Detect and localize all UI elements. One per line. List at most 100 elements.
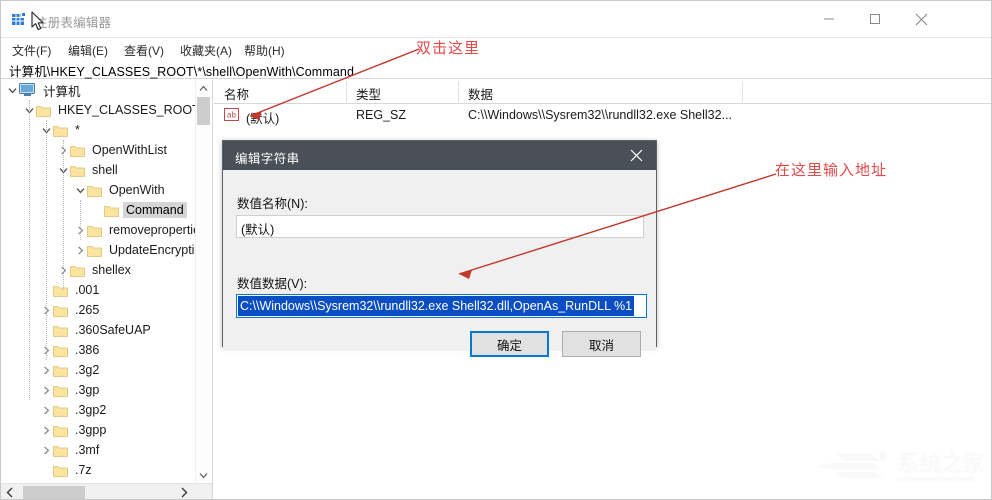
tree-item-label: * [75,123,80,137]
tree-item-label: OpenWithList [92,143,168,157]
chevron-right-icon[interactable] [39,423,53,437]
scroll-up-icon[interactable] [196,80,211,96]
tree-item-label: UpdateEncryptio [109,243,197,257]
column-header-type[interactable]: 类型 [356,84,381,103]
folder-icon [87,184,102,197]
chevron-right-icon[interactable] [39,383,53,397]
menu-bar: 文件(F) 编辑(E) 查看(V) 收藏夹(A) 帮助(H) [1,38,991,60]
chevron-right-icon[interactable] [73,243,87,257]
tree-item-3gp2[interactable]: .3gp2 [1,400,197,420]
tree-item-3gpp[interactable]: .3gpp [1,420,197,440]
tree-item-label: .3mf [75,443,100,457]
tree-vertical-scroll-thumb[interactable] [197,97,210,125]
svg-text:ab: ab [227,111,236,120]
value-data-input[interactable]: C:\\Windows\\Sysrem32\\rundll32.exe Shel… [236,294,647,318]
dialog-titlebar: 编辑字符串 [223,141,656,170]
tree-item-label: .3gp2 [75,403,107,417]
tree-item-label: .001 [75,283,100,297]
cell-value-data: C:\\Windows\\Sysrem32\\rundll32.exe Shel… [468,108,733,122]
table-row[interactable]: ab (默认) REG_SZ C:\\Windows\\Sysrem32\\ru… [214,105,991,126]
tree-item-7z[interactable]: .7z [1,460,197,480]
tree-item-label: 计算机 [43,84,81,99]
column-divider[interactable] [346,82,347,102]
folder-icon [53,124,68,137]
tree-item-label: shell [92,163,118,177]
tree-guide-line [46,120,48,360]
scroll-right-icon[interactable] [175,484,193,499]
ok-button[interactable]: 确定 [470,331,549,357]
folder-icon [53,424,68,437]
address-bar[interactable]: 计算机\HKEY_CLASSES_ROOT\*\shell\OpenWith\C… [1,60,991,79]
tree-item-label: .3gp [75,383,100,397]
chevron-right-icon[interactable] [39,443,53,457]
tree-item-3mf[interactable]: .3mf [1,440,197,460]
tree-item-label: shellex [92,263,131,277]
chevron-down-icon[interactable] [73,183,87,197]
folder-icon [53,304,68,317]
column-divider[interactable] [742,82,743,102]
cancel-button[interactable]: 取消 [562,331,641,357]
string-value-icon: ab [224,108,240,122]
registry-tree-pane: 计算机 HKEY_CLASSES_ROOT * OpenWithList shell Op… [1,80,213,499]
folder-icon [70,164,85,177]
tree-horizontal-scroll-thumb[interactable] [23,486,85,499]
tree-item-label: .3gpp [75,423,107,437]
tree-item-[interactable]: 计算机 [1,80,197,100]
tree-guide-line [63,140,65,290]
folder-icon [53,444,68,457]
menu-file[interactable]: 文件(F) [9,41,54,60]
cell-value-type: REG_SZ [356,108,407,122]
dialog-title: 编辑字符串 [235,152,300,166]
dialog-close-icon[interactable] [616,141,656,170]
chevron-down-icon[interactable] [5,83,19,97]
scroll-left-icon[interactable] [1,484,19,499]
tree-item-label: HKEY_CLASSES_ROOT [58,103,197,117]
watermark-text: 系统之家 [897,451,983,476]
scroll-down-icon[interactable] [196,467,211,483]
menu-favorites[interactable]: 收藏夹(A) [177,41,235,60]
minimize-button[interactable] [806,1,852,37]
folder-icon [53,284,68,297]
folder-icon [53,324,68,337]
column-header-data[interactable]: 数据 [468,84,493,103]
menu-help[interactable]: 帮助(H) [241,41,288,60]
value-name-input[interactable]: (默认) [236,215,644,238]
tree-item-label: removepropertie [109,223,197,237]
tree-horizontal-scrollbar[interactable] [1,483,212,499]
folder-icon [53,404,68,417]
tree-guide-line [80,200,82,240]
tree-item-label: .360SafeUAP [75,323,151,337]
chevron-right-icon[interactable] [39,363,53,377]
dialog-body: 数值名称(N): (默认) 数值数据(V): C:\\Windows\\Sysr… [223,170,656,357]
value-data-selected-text: C:\\Windows\\Sysrem32\\rundll32.exe Shel… [238,296,635,316]
menu-edit[interactable]: 编辑(E) [65,41,111,60]
folder-icon [87,244,102,257]
close-button[interactable] [898,1,944,37]
value-data-label: 数值数据(V): [237,277,308,291]
maximize-button[interactable] [852,1,898,37]
chevron-right-icon[interactable] [39,403,53,417]
window-titlebar: 注册表编辑器 [1,1,991,38]
registry-editor-window: 注册表编辑器 文件(F) 编辑(E) 查看(V) 收藏夹(A) 帮助(H) 计算… [0,0,992,500]
column-divider[interactable] [458,82,459,102]
column-header-name[interactable]: 名称 [224,84,249,103]
menu-view[interactable]: 查看(V) [121,41,167,60]
tree-item-label: .265 [75,303,100,317]
tree-vertical-scrollbar[interactable] [195,80,211,483]
tree-guide-line [29,100,31,400]
folder-icon [53,344,68,357]
computer-icon [19,83,36,97]
mouse-cursor-icon [31,11,47,33]
